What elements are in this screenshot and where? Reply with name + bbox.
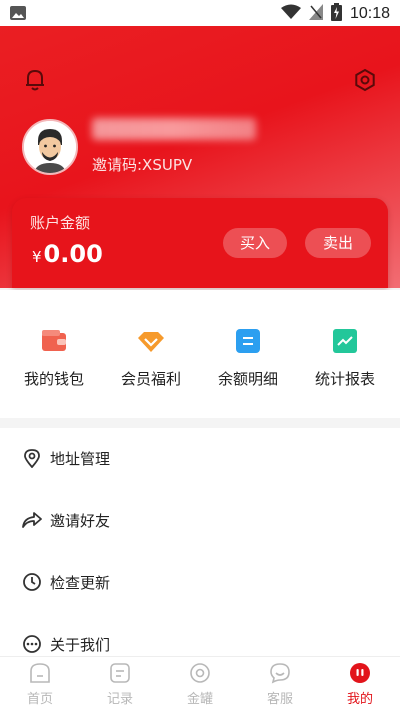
tab-jar[interactable]: 金罐 (160, 662, 240, 707)
tab-label-profile: 我的 (346, 692, 373, 707)
list-label-update: 检查更新 (50, 574, 111, 592)
diamond-icon (137, 327, 165, 355)
wallet-icon (40, 327, 68, 355)
avatar[interactable] (22, 119, 78, 175)
location-icon (22, 448, 42, 469)
quick-label-wallet: 我的钱包 (23, 370, 84, 388)
quick-label-member: 会员福利 (120, 370, 181, 388)
buy-button[interactable]: 买入 (223, 228, 287, 258)
quick-item-member[interactable]: 会员福利 (101, 327, 201, 389)
balance-card: 账户金额 ¥0.00 买入 卖出 (12, 198, 388, 288)
masked-phone-number (92, 118, 256, 140)
sell-button[interactable]: 卖出 (305, 228, 371, 258)
list-item-update[interactable]: 检查更新 (0, 552, 400, 614)
currency-symbol: ¥ (32, 248, 42, 266)
profile-icon (349, 662, 371, 684)
status-bar: 10:18 (0, 0, 400, 26)
quick-item-detail[interactable]: 余额明细 (198, 327, 298, 389)
settings-icon[interactable] (352, 67, 378, 93)
tab-profile[interactable]: 我的 (320, 662, 400, 707)
bottom-tab-bar: 首页 记录 金罐 客服 我的 (0, 656, 400, 711)
more-icon (22, 634, 42, 654)
battery-icon (330, 3, 342, 25)
tab-label-home: 首页 (26, 692, 53, 707)
gallery-notification-icon (10, 5, 26, 24)
quick-menu: 我的钱包 会员福利 余额明细 统计报表 (0, 290, 400, 418)
list-item-address[interactable]: 地址管理 (0, 428, 400, 490)
home-icon (29, 662, 51, 684)
wifi-icon (280, 4, 301, 24)
balance-label: 账户金额 (30, 214, 91, 232)
balance-value: 0.00 (43, 240, 103, 268)
jar-icon (189, 662, 211, 684)
detail-icon (234, 327, 262, 355)
tab-service[interactable]: 客服 (240, 662, 320, 707)
service-icon (269, 662, 291, 684)
list-label-invite: 邀请好友 (50, 512, 111, 530)
bell-icon[interactable] (22, 67, 48, 93)
tab-label-jar: 金罐 (186, 692, 213, 707)
quick-item-report[interactable]: 统计报表 (295, 327, 395, 389)
chart-icon (331, 327, 359, 355)
tab-record[interactable]: 记录 (80, 662, 160, 707)
clock-icon (22, 572, 42, 592)
status-time: 10:18 (349, 5, 390, 22)
balance-amount: ¥0.00 (32, 240, 103, 268)
record-icon (109, 662, 131, 684)
list-item-invite[interactable]: 邀请好友 (0, 490, 400, 552)
share-icon (22, 510, 42, 530)
sim-icon (308, 4, 323, 24)
tab-home[interactable]: 首页 (0, 662, 80, 707)
quick-label-report: 统计报表 (314, 370, 375, 388)
invite-code: 邀请码:XSUPV (92, 156, 193, 174)
list-label-address: 地址管理 (50, 450, 111, 468)
quick-item-wallet[interactable]: 我的钱包 (4, 327, 104, 389)
tab-label-record: 记录 (106, 692, 133, 707)
quick-label-detail: 余额明细 (217, 370, 278, 388)
settings-list: 地址管理 邀请好友 检查更新 关于我们 (0, 428, 400, 668)
tab-label-service: 客服 (266, 692, 293, 707)
list-label-about: 关于我们 (50, 636, 111, 654)
